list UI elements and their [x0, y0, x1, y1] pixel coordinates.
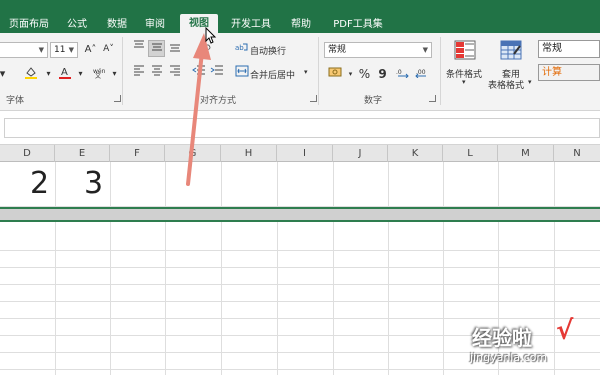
format-as-table-icon[interactable]	[498, 39, 524, 63]
increase-font-size-button[interactable]: A˄	[82, 41, 99, 58]
alignment-group-label: 对齐方式	[200, 96, 237, 106]
cell-style-calc[interactable]: 计算	[538, 64, 600, 81]
conditional-format-dropdown-icon[interactable]: ▾	[462, 78, 466, 86]
accounting-format-icon[interactable]	[326, 66, 343, 83]
font-name-combo[interactable]: ▼	[0, 42, 48, 58]
conditional-format-icon[interactable]	[452, 39, 478, 63]
font-group-label: 字体	[6, 96, 25, 106]
column-header-row: D E F G H I J K L M N	[0, 145, 600, 162]
selected-row-band[interactable]	[0, 207, 600, 222]
svg-text:ab: ab	[235, 44, 244, 52]
column-header-e[interactable]: E	[55, 145, 110, 162]
watermark-title: 经验啦	[472, 326, 532, 350]
increase-indent-icon[interactable]	[208, 64, 225, 81]
tab-review[interactable]: 审阅	[140, 16, 170, 33]
column-header-d[interactable]: D	[0, 145, 55, 162]
tab-help[interactable]: 帮助	[286, 16, 316, 33]
merge-center-dropdown-icon[interactable]: ▾	[304, 68, 308, 76]
phonetic-guide-icon[interactable]: wén 文	[90, 65, 107, 82]
column-header-f[interactable]: F	[110, 145, 165, 162]
wrap-text-icon[interactable]: ab	[233, 41, 250, 58]
column-header-h[interactable]: H	[221, 145, 277, 162]
fill-color-dropdown-icon[interactable]: ▾	[40, 65, 57, 82]
wrap-text-button[interactable]: 自动换行	[250, 44, 286, 57]
mouse-cursor-icon	[205, 27, 217, 44]
percent-style-button[interactable]: %	[356, 66, 373, 83]
number-format-combo[interactable]: 常规 ▼	[324, 42, 432, 58]
column-header-g[interactable]: G	[165, 145, 221, 162]
tab-developer[interactable]: 开发工具	[226, 16, 276, 33]
font-dialog-launcher-icon[interactable]	[114, 95, 121, 102]
tab-data[interactable]: 数据	[102, 16, 132, 33]
column-header-k[interactable]: K	[388, 145, 443, 162]
cell-style-normal[interactable]: 常规	[538, 40, 600, 58]
align-right-icon[interactable]	[166, 64, 183, 81]
font-color-dropdown-icon[interactable]: ▾	[72, 65, 89, 82]
bottom-align-icon[interactable]	[166, 40, 183, 57]
watermark-url: jingyanla.com	[470, 351, 548, 364]
ribbon-tab-bar: 页面布局 公式 数据 审阅 视图 开发工具 帮助 PDF工具集	[0, 8, 600, 33]
align-center-icon[interactable]	[148, 64, 165, 81]
column-header-m[interactable]: M	[498, 145, 554, 162]
tab-formulas[interactable]: 公式	[62, 16, 92, 33]
svg-text:文: 文	[95, 72, 101, 79]
window-title-strip	[0, 0, 600, 8]
ribbon-separator	[318, 37, 319, 105]
ribbon-separator	[440, 37, 441, 105]
decrease-font-size-button[interactable]: A˅	[100, 41, 117, 58]
cell-e-value[interactable]: 3	[84, 166, 103, 201]
comma-style-button[interactable]: 9	[374, 66, 391, 83]
watermark-check-icon: √	[556, 316, 574, 346]
tab-page-layout[interactable]: 页面布局	[4, 16, 54, 33]
column-header-i[interactable]: I	[277, 145, 333, 162]
top-align-icon[interactable]	[130, 40, 147, 57]
number-group-label: 数字	[364, 96, 383, 106]
phonetic-dropdown-icon[interactable]: ▾	[106, 65, 123, 82]
decrease-indent-icon[interactable]	[190, 64, 207, 81]
column-header-j[interactable]: J	[333, 145, 388, 162]
alignment-dialog-launcher-icon[interactable]	[310, 95, 317, 102]
format-as-table-button[interactable]: 表格格式	[488, 78, 524, 91]
merge-center-button[interactable]: 合并后居中	[250, 68, 295, 81]
svg-text:.0: .0	[396, 69, 402, 76]
cell-d-value[interactable]: 2	[30, 166, 49, 201]
align-left-icon[interactable]	[130, 64, 147, 81]
increase-decimal-icon[interactable]: .0	[394, 66, 411, 83]
merge-center-icon[interactable]	[233, 65, 250, 82]
format-as-table-dropdown-icon[interactable]: ▾	[528, 78, 532, 86]
fill-color-icon[interactable]	[22, 65, 39, 82]
column-header-l[interactable]: L	[443, 145, 498, 162]
svg-text:A: A	[61, 67, 68, 78]
ribbon-separator	[122, 37, 123, 105]
ribbon: ▼ 11 ▼ A˄ A˅ ▾ ▾ A ▾ wén 文 ▾ 字体 ab ab 自动…	[0, 33, 600, 111]
decrease-decimal-icon[interactable]: .00	[412, 66, 429, 83]
formula-input[interactable]	[4, 118, 600, 138]
font-color-icon[interactable]: A	[56, 65, 73, 82]
tab-pdf-tools[interactable]: PDF工具集	[328, 16, 388, 33]
middle-align-icon[interactable]	[148, 40, 165, 57]
font-size-combo[interactable]: 11 ▼	[50, 42, 78, 58]
border-dropdown-icon[interactable]: ▾	[0, 65, 11, 82]
number-dialog-launcher-icon[interactable]	[429, 95, 436, 102]
formula-bar	[0, 111, 600, 145]
column-header-n[interactable]: N	[554, 145, 600, 162]
